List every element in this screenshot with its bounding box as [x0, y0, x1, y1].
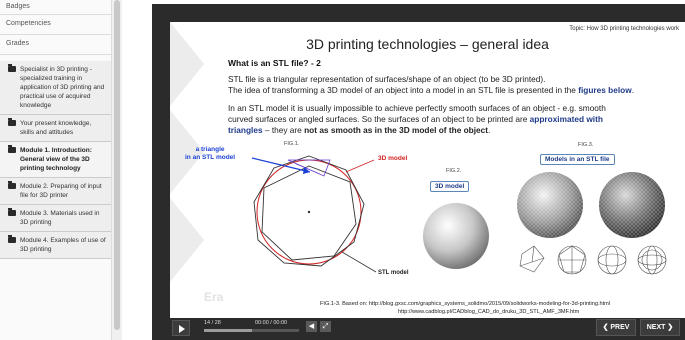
module-label: Module 2. Preparing of input file for 3D… [20, 183, 102, 199]
nav-competencies[interactable]: Competencies [0, 15, 111, 35]
stl-sphere-fine-mesh [517, 172, 583, 238]
fig3-stl-spheres [517, 172, 667, 275]
module-item-specialist[interactable]: Specialist in 3D printing - specialized … [0, 61, 111, 115]
scrollbar-thumb[interactable] [114, 0, 120, 330]
p2-text: – they are [262, 125, 305, 135]
triangle-label-2: in an STL model [185, 154, 236, 161]
p1-end: . [631, 85, 635, 95]
stl-model-annotation: STL model [378, 270, 409, 276]
faded-logo: Era [204, 290, 224, 304]
sphere-shape [423, 203, 489, 269]
decor-chevron [170, 198, 204, 282]
prev-button[interactable]: ❮ PREV [596, 319, 636, 336]
fig2-box-3d-model: 3D model [430, 181, 470, 192]
slide-topic: Topic: How 3D printing technologies work [569, 26, 679, 32]
stl-sphere-dense-mesh [599, 172, 665, 238]
p1-line-1: STL file is a triangular representation … [228, 74, 546, 84]
p2-emphasis: approximated with [529, 114, 603, 124]
fullscreen-icon[interactable]: ⤢ [320, 321, 331, 332]
sidebar-scrollbar[interactable] [112, 0, 122, 340]
slide-counter: 14 / 28 [204, 320, 221, 326]
folder-icon [8, 118, 16, 126]
caption-line-2: http://www.cadblog.pl/CADblog_CAD_do_dru… [398, 309, 580, 315]
slide-canvas: Topic: How 3D printing technologies work… [170, 22, 685, 318]
p2-line-3: triangles – they are not as smooth as in… [228, 125, 668, 136]
triangle-annotation: a triangle in an STL model [185, 146, 235, 162]
fig3-label: FIG.3. [578, 142, 594, 148]
wire-ring [605, 245, 619, 275]
p1-text: The idea of transforming a 3D model of a… [228, 85, 579, 95]
next-button[interactable]: NEXT ❯ [640, 319, 680, 336]
folder-icon [8, 181, 16, 189]
module-item-module-4[interactable]: Module 4. Examples of use of 3D printing [0, 232, 111, 259]
figures-link: figures below [578, 85, 632, 95]
caption-line-1: FIG.1-3. Based on: http://blog.gxsc.com/… [320, 301, 611, 307]
arrow-stl-model [341, 251, 377, 273]
fig3-box-stl-models: Models in an STL file [540, 154, 615, 165]
module-item-module-2[interactable]: Module 2. Preparing of input file for 3D… [0, 178, 111, 205]
folder-icon [8, 208, 16, 216]
p2-line-1: In an STL model it is usually impossible… [228, 103, 606, 113]
p2-text: curved surfaces or angled surfaces. So t… [228, 114, 530, 124]
figure-caption: FIG.1-3. Based on: http://blog.gxsc.com/… [320, 300, 610, 316]
mesh-line [531, 245, 535, 263]
fig1-stl-diagram [251, 155, 377, 273]
wire-sphere-2 [597, 245, 627, 275]
module-label: Module 4. Examples of use of 3D printing [20, 237, 106, 253]
module-label: Your present knowledge, skills and attit… [20, 120, 92, 136]
module-label: Module 3. Materials used in 3D printing [20, 210, 100, 226]
p2-emphasis: triangles [228, 125, 263, 135]
time-display: 00:00 / 00:00 [255, 320, 288, 326]
progress-bar[interactable] [204, 329, 299, 332]
play-button[interactable] [172, 320, 190, 336]
paragraph-2: In an STL model it is usually impossible… [228, 103, 668, 136]
module-item-module-3[interactable]: Module 3. Materials used in 3D printing [0, 205, 111, 232]
nav-grades[interactable]: Grades [0, 35, 111, 55]
module-label: Specialist in 3D printing - specialized … [20, 66, 105, 109]
volume-icon[interactable]: ◀ [306, 321, 317, 332]
nav-badges[interactable]: Badges [0, 0, 111, 15]
course-viewer: Badges Competencies Grades Specialist in… [0, 0, 685, 340]
arrow-3d-model [345, 159, 375, 173]
p2-bold: not as smooth as in the 3D model of the … [304, 125, 489, 135]
folder-icon [8, 235, 16, 243]
p2-end: . [488, 125, 491, 135]
module-label: Module 1. Introduction: General view of … [20, 147, 92, 172]
mesh-line [519, 257, 545, 267]
decor-chevron [170, 22, 204, 106]
module-item-knowledge[interactable]: Your present knowledge, skills and attit… [0, 115, 111, 142]
triangle-label-1: a triangle [195, 146, 225, 153]
progress-fill [204, 329, 252, 332]
slide-title: 3D printing technologies – general idea [306, 36, 549, 52]
gutter [122, 0, 152, 340]
wire-ring [641, 249, 663, 271]
p2-line-2: curved surfaces or angled surfaces. So t… [228, 114, 668, 125]
fig2-smooth-sphere [423, 203, 489, 269]
slide-question: What is an STL file? - 2 [228, 58, 321, 68]
fig2-label: FIG.2. [446, 168, 462, 174]
paragraph-1: STL file is a triangular representation … [228, 74, 668, 96]
course-sidebar: Badges Competencies Grades Specialist in… [0, 0, 112, 340]
slide-player: Topic: How 3D printing technologies work… [152, 4, 685, 340]
folder-icon [8, 64, 16, 72]
wire-ring [597, 253, 627, 267]
3d-model-annotation: 3D model [378, 155, 408, 162]
p1-line-2: The idea of transforming a 3D model of a… [228, 85, 668, 96]
center-dot [307, 210, 311, 214]
folder-icon [8, 145, 16, 153]
module-item-module-1[interactable]: Module 1. Introduction: General view of … [0, 142, 111, 178]
